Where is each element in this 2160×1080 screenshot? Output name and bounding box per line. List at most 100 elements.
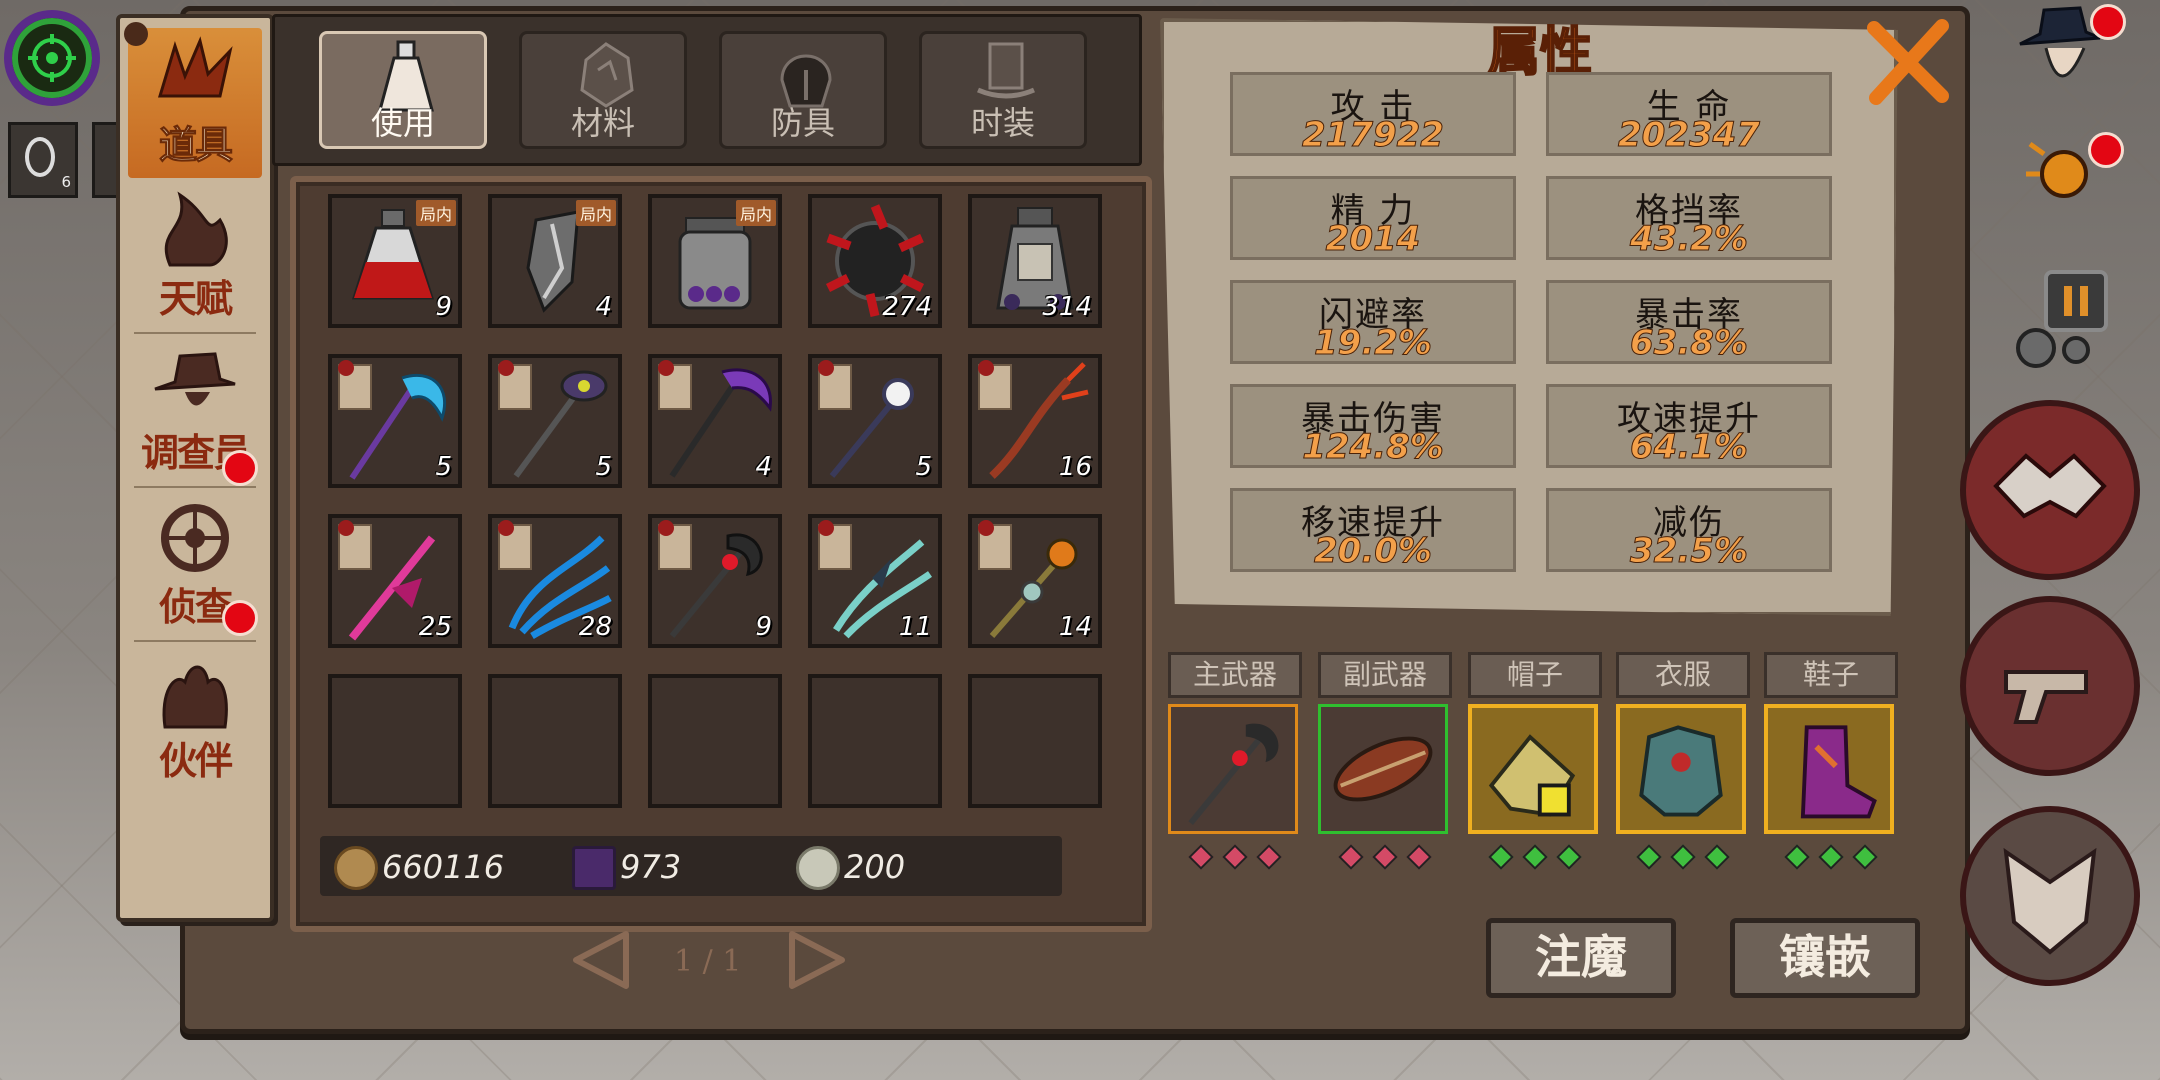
stat-crit-rate: 暴击率 63.8% [1546,280,1832,364]
inventory-slot-empty[interactable] [328,674,462,808]
category-tabs: 使用 材料 防具 时装 [272,14,1142,166]
inventory-slot[interactable]: 5 [488,354,622,488]
inventory-slot[interactable]: 局内 [648,194,782,328]
tab-label: 材料 [570,104,635,142]
item-count: 314 [1042,292,1092,322]
tab-materials[interactable]: 材料 [519,31,687,149]
target-icon [28,34,76,82]
inventory-slot[interactable]: 5 [328,354,462,488]
item-count: 28 [578,612,612,642]
tab-label: 时装 [970,104,1035,142]
notification-dot [2090,4,2126,40]
item-count: 9 [435,292,452,322]
stat-value: 202347 [1618,115,1761,156]
in-run-tag: 局内 [415,200,456,226]
inventory-slot-empty[interactable] [488,674,622,808]
inventory-slot[interactable]: 局内 4 [488,194,622,328]
item-count: 25 [418,612,452,642]
sidebar-item-talent[interactable]: 天赋 [128,182,262,334]
gold-currency: 660116 [334,844,514,890]
stat-value: 217922 [1302,115,1445,156]
next-page-arrow-icon[interactable] [784,930,848,990]
stat-crit-damage: 暴击伤害 124.8% [1230,384,1516,468]
token-currency: 200 [796,844,956,890]
equip-slot-label: 副武器 [1318,652,1452,698]
prev-page-arrow-icon[interactable] [570,930,634,990]
equip-box[interactable] [1468,704,1598,834]
inventory-slot[interactable]: 11 [808,514,942,648]
equip-slot-hat[interactable]: 帽子 [1468,652,1602,872]
inventory-slot[interactable]: 314 [968,194,1102,328]
tab-use[interactable]: 使用 [319,31,487,149]
notification-dot [222,450,258,486]
stat-attack: 攻 击 217922 [1230,72,1516,156]
skill-button-2[interactable] [1960,596,2140,776]
item-count: 5 [915,452,932,482]
stat-value: 20.0% [1314,531,1433,572]
equip-slot-main-weapon[interactable]: 主武器 [1168,652,1302,872]
buff-chip[interactable]: 6 [8,122,78,198]
book-amount: 973 [620,848,682,886]
equip-box[interactable] [1616,704,1746,834]
sidebar-item-items[interactable]: 道具 [124,22,262,178]
silver-token-icon [796,846,840,890]
stat-health: 生 命 202347 [1546,72,1832,156]
notification-dot [222,600,258,636]
inventory-slot[interactable]: 5 [808,354,942,488]
inventory-slot[interactable]: 14 [968,514,1102,648]
gem-sockets [1168,844,1302,872]
equip-box[interactable] [1168,704,1298,834]
stat-energy: 精 力 2014 [1230,176,1516,260]
tab-armor[interactable]: 防具 [719,31,887,149]
inventory-slot[interactable]: 25 [328,514,462,648]
item-count: 16 [1058,452,1092,482]
player-status-ring[interactable] [4,10,100,106]
equip-slot-clothes[interactable]: 衣服 [1616,652,1750,872]
stat-value: 32.5% [1630,531,1749,572]
gem-sockets [1468,844,1602,872]
in-run-tag: 局内 [735,200,776,226]
inventory-slot-empty[interactable] [648,674,782,808]
inventory-slot[interactable]: 9 [648,514,782,648]
gold-amount: 660116 [382,848,505,886]
inventory-slot[interactable]: 28 [488,514,622,648]
inventory-slot[interactable]: 局内 9 [328,194,462,328]
inlay-button[interactable]: 镶嵌 [1730,918,1920,998]
item-count: 274 [882,292,932,322]
equip-slot-shoes[interactable]: 鞋子 [1764,652,1898,872]
skill-button-3[interactable] [1960,806,2140,986]
stat-move-speed: 移速提升 20.0% [1230,488,1516,572]
partner-creature-icon [162,665,228,729]
item-count: 5 [595,452,612,482]
equip-slot-label: 衣服 [1616,652,1750,698]
equip-slot-off-weapon[interactable]: 副武器 [1318,652,1452,872]
equip-box[interactable] [1318,704,1448,834]
sidebar-item-partner[interactable]: 伙伴 [128,644,262,794]
spellbook-icon [572,846,616,890]
demon-mask-icon [2003,847,2097,955]
stat-value: 63.8% [1630,323,1749,364]
stat-value: 2014 [1325,219,1421,260]
settings-gear-icon[interactable] [2000,262,2120,372]
skill-button-1[interactable] [1960,400,2140,580]
gem-sockets [1616,844,1750,872]
inventory-slot[interactable]: 4 [648,354,782,488]
armor-icon [1639,725,1723,817]
inventory-slot[interactable]: 16 [968,354,1102,488]
close-icon[interactable] [1860,14,1956,110]
buff-count: 6 [61,173,71,191]
gem-sockets [1318,844,1452,872]
stat-attack-speed: 攻速提升 64.1% [1546,384,1832,468]
stat-value: 124.8% [1302,427,1445,468]
item-count: 4 [755,452,772,482]
inventory-slot[interactable]: 274 [808,194,942,328]
stat-dodge-rate: 闪避率 19.2% [1230,280,1516,364]
stat-value: 43.2% [1630,219,1749,260]
equip-box[interactable] [1764,704,1894,834]
tab-fashion[interactable]: 时装 [919,31,1087,149]
boots-icon [1800,725,1877,819]
items-spiky-icon [157,36,233,98]
inventory-slot-empty[interactable] [968,674,1102,808]
inventory-slot-empty[interactable] [808,674,942,808]
enchant-button[interactable]: 注魔 [1486,918,1676,998]
